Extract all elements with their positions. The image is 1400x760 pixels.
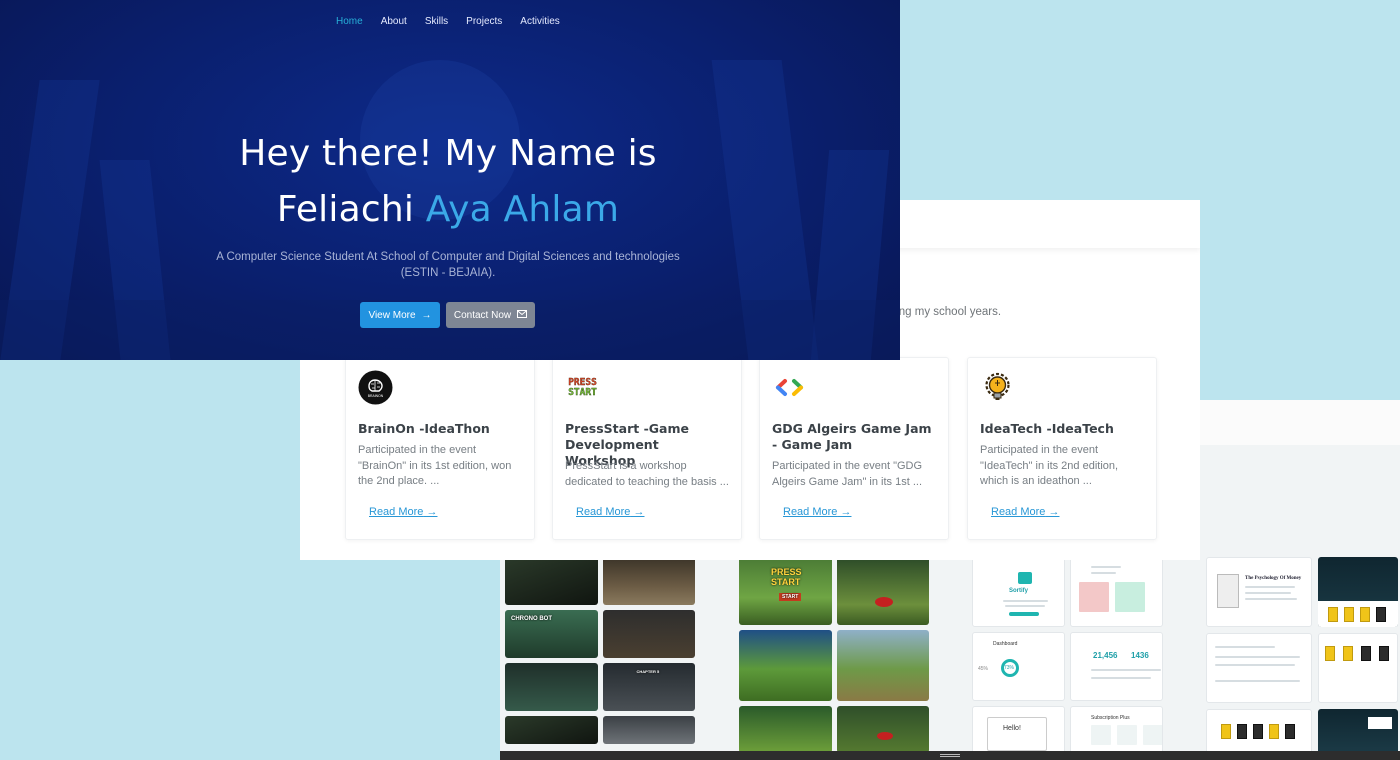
- view-more-label: View More: [368, 309, 416, 321]
- project-sortify-grid[interactable]: Sortify Dashboard 73% 45% 21,456 1436 He…: [972, 557, 1163, 756]
- tile-label: PRESS START: [771, 567, 802, 587]
- project-thumbnail[interactable]: [1206, 709, 1312, 757]
- tile-label: Dashboard: [993, 641, 1018, 647]
- gallery-top-strip: [1200, 400, 1400, 445]
- lightbulb-gear-icon: [980, 370, 1015, 405]
- svg-text:START: START: [568, 387, 597, 398]
- activity-description: Participated in the event "BrainOn" in i…: [358, 444, 512, 487]
- contact-now-button[interactable]: Contact Now: [446, 302, 535, 328]
- read-more-link[interactable]: Read More →: [576, 506, 644, 518]
- main-nav: Home About Skills Projects Activities: [336, 16, 578, 27]
- project-thumbnail[interactable]: [836, 630, 929, 701]
- tile-label: Subscription Plus: [1091, 715, 1130, 721]
- svg-text:BRAINON: BRAINON: [368, 394, 384, 398]
- arrow-right-icon: →: [633, 506, 645, 518]
- hero-name-highlight: Aya Ahlam: [425, 189, 620, 230]
- project-thumbnail[interactable]: [602, 610, 695, 658]
- project-thumbnail[interactable]: [1206, 633, 1312, 703]
- project-press-start-grid[interactable]: PRESS START START: [739, 557, 929, 753]
- hero-section: Home About Skills Projects Activities He…: [0, 0, 900, 360]
- nav-skills[interactable]: Skills: [425, 16, 448, 27]
- activity-card-brainon[interactable]: BRAINON BrainOn -IdeaThon Participated i…: [345, 357, 535, 540]
- read-more-link[interactable]: Read More →: [783, 506, 851, 518]
- project-thumbnail[interactable]: [1318, 557, 1398, 627]
- hero-title-prefix: Hey there! My Name is: [239, 133, 657, 174]
- view-more-button[interactable]: View More →: [360, 302, 440, 328]
- tile-label: Hello!: [1003, 725, 1021, 732]
- tile-label: CHRONO BOT: [511, 616, 552, 622]
- project-thumbnail[interactable]: [602, 557, 695, 605]
- nav-projects[interactable]: Projects: [466, 16, 502, 27]
- project-thumbnail[interactable]: [505, 557, 598, 605]
- project-chronobot-grid[interactable]: CHRONO BOT CHAPTER 5: [505, 557, 695, 753]
- project-thumbnail[interactable]: CHRONO BOT: [505, 610, 598, 658]
- read-more-label: Read More: [991, 506, 1046, 518]
- gdg-logo: [772, 370, 807, 405]
- press-start-logo: PRESS START: [565, 370, 600, 405]
- activity-card-pressstart[interactable]: PRESS START PressStart -Game Development…: [552, 357, 742, 540]
- activity-card-gdg[interactable]: GDG Algeirs Game Jam - Game Jam Particip…: [759, 357, 949, 540]
- activity-description: Participated in the event "GDG Algeirs G…: [772, 460, 923, 488]
- tile-value: 1436: [1131, 651, 1149, 660]
- activity-card-ideatech[interactable]: IdeaTech -IdeaTech Participated in the e…: [967, 357, 1157, 540]
- project-thumbnail[interactable]: PRESS START START: [739, 557, 832, 625]
- gallery-bottom-bar: [500, 751, 1400, 760]
- brain-icon: BRAINON: [358, 370, 393, 405]
- read-more-link[interactable]: Read More →: [369, 506, 437, 518]
- arrow-right-icon: →: [1048, 506, 1060, 518]
- nav-home[interactable]: Home: [336, 16, 363, 27]
- read-more-label: Read More: [369, 506, 424, 518]
- hero-name-first: Feliachi: [276, 189, 415, 230]
- project-thumbnail[interactable]: Hello!: [972, 706, 1065, 756]
- hero-title: Hey there! My Name is Feliachi Aya Ahlam: [0, 126, 896, 238]
- project-thumbnail[interactable]: Sortify: [972, 557, 1065, 627]
- read-more-link[interactable]: Read More →: [991, 506, 1059, 518]
- project-thumbnail[interactable]: [836, 706, 929, 753]
- activity-description: PressStart is a workshop dedicated to te…: [565, 460, 729, 488]
- tile-label: CHAPTER 5: [636, 669, 660, 674]
- project-thumbnail[interactable]: [602, 716, 695, 744]
- tile-label: START: [779, 593, 802, 601]
- tile-label: Sortify: [1009, 588, 1029, 594]
- project-thumbnail[interactable]: [1318, 633, 1398, 703]
- project-thumbnail[interactable]: CHAPTER 5: [602, 663, 695, 711]
- tile-label: The Psychology Of Money: [1245, 576, 1302, 581]
- nav-activities[interactable]: Activities: [520, 16, 559, 27]
- nav-about[interactable]: About: [381, 16, 407, 27]
- project-thumbnail[interactable]: [836, 557, 929, 625]
- project-thumbnail[interactable]: The Psychology Of Money: [1206, 557, 1312, 627]
- project-thumbnail[interactable]: 21,456 1436: [1070, 632, 1163, 701]
- project-bookstore-grid[interactable]: The Psychology Of Money: [1206, 557, 1400, 757]
- read-more-label: Read More: [783, 506, 838, 518]
- arrow-right-icon: →: [421, 309, 432, 321]
- activity-title: IdeaTech -IdeaTech: [980, 421, 1114, 436]
- project-thumbnail[interactable]: [739, 630, 832, 701]
- activity-description: Participated in the event "IdeaTech" in …: [980, 444, 1119, 487]
- hero-description: A Computer Science Student At School of …: [0, 249, 896, 281]
- project-thumbnail[interactable]: [505, 716, 598, 744]
- project-thumbnail[interactable]: Dashboard 73% 45%: [972, 632, 1065, 701]
- activities-subtitle: uring my school years.: [886, 306, 1002, 318]
- read-more-label: Read More: [576, 506, 631, 518]
- tile-value: 73%: [1004, 665, 1015, 671]
- drag-handle-icon[interactable]: [940, 754, 960, 757]
- activity-title: BrainOn -IdeaThon: [358, 421, 490, 436]
- project-thumbnail[interactable]: [1070, 557, 1163, 627]
- project-thumbnail[interactable]: [739, 706, 832, 753]
- project-thumbnail[interactable]: [505, 663, 598, 711]
- activity-title: GDG Algeirs Game Jam - Game Jam: [772, 421, 932, 452]
- project-thumbnail[interactable]: [1318, 709, 1398, 757]
- tile-value: 21,456: [1093, 651, 1118, 660]
- contact-now-label: Contact Now: [453, 309, 512, 321]
- mail-icon: [517, 309, 528, 321]
- hero-description-line1: A Computer Science Student At School of …: [216, 251, 680, 263]
- tile-value: 45%: [978, 666, 989, 672]
- hero-description-line2: (ESTIN - BEJAIA).: [400, 267, 496, 279]
- project-thumbnail[interactable]: Subscription Plus: [1070, 706, 1163, 756]
- arrow-right-icon: →: [840, 506, 852, 518]
- arrow-right-icon: →: [426, 506, 438, 518]
